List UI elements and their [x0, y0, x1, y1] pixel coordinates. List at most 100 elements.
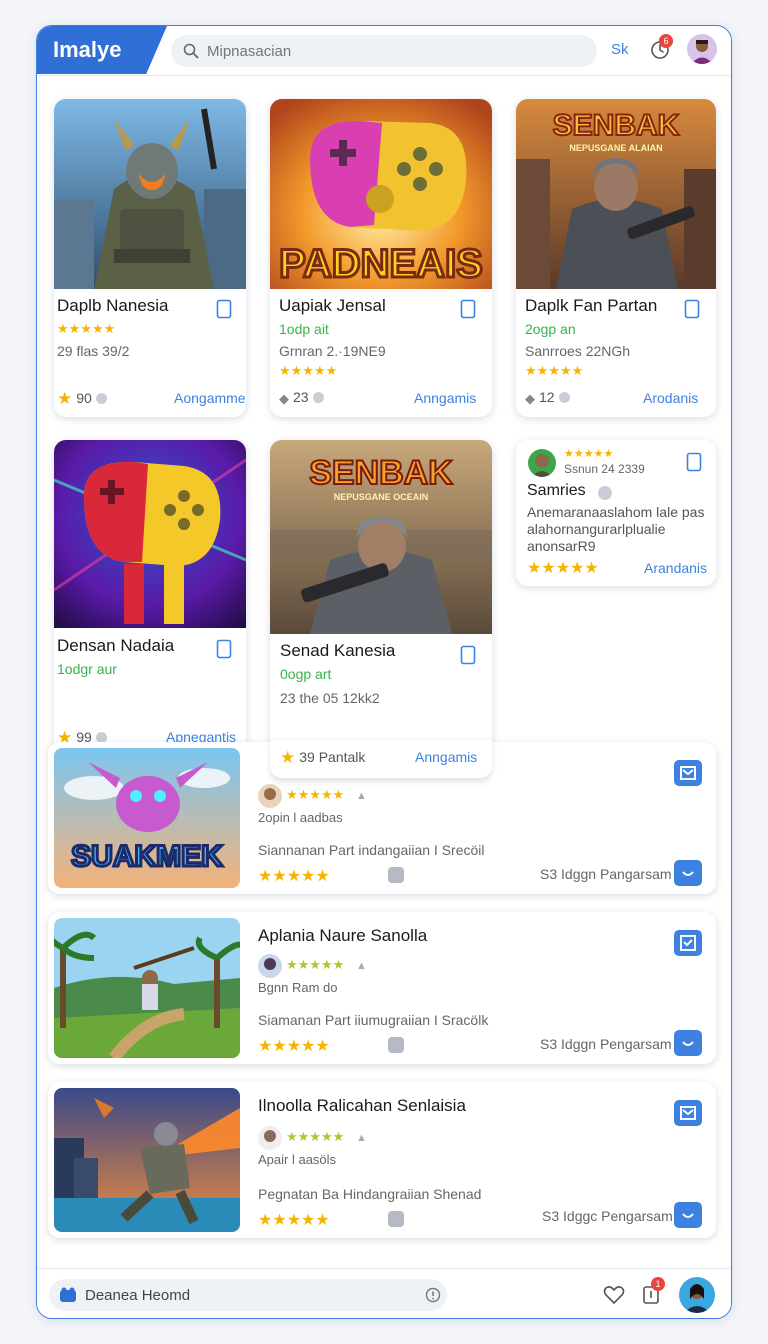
rating-count: ★39 Pantalk: [280, 748, 365, 768]
profile-avatar[interactable]: [679, 1277, 715, 1313]
info-dot-icon: [558, 392, 570, 403]
card-title: Aplania Naure Sanolla: [258, 926, 428, 945]
app-icon: [60, 1287, 76, 1302]
game-thumbnail: PADNEAIS: [270, 99, 492, 289]
art-subtitle: NEPUSGANE ALAIAN: [569, 143, 662, 153]
card-link[interactable]: Anngamis: [414, 390, 476, 406]
review-meta: Ssnun 24 2339: [564, 462, 645, 476]
art-title: SENBAK: [553, 109, 680, 142]
star-rating: ★★★★★: [525, 363, 584, 378]
card-link[interactable]: Aongamme: [174, 390, 246, 406]
sk-link[interactable]: Sk: [611, 41, 629, 58]
game-thumbnail: SENBAK NEPUSGANE ALAIAN: [516, 99, 716, 289]
list-card[interactable]: Aplania Naure Sanolla ★★★★★ ▲ Bgnn Ram d…: [48, 912, 716, 1064]
card-title: Daplk Fan Partan: [525, 296, 658, 315]
publisher-avatar: [258, 1126, 282, 1150]
warning-icon: ▲: [356, 1132, 367, 1144]
info-icon[interactable]: [425, 1287, 441, 1303]
card-link[interactable]: Anngamis: [415, 749, 477, 765]
game-card[interactable]: SENBAK NEPUSGANE ALAIAN Daplk Fan Partan…: [516, 99, 716, 417]
star-rating-bottom: ★★★★★: [258, 1038, 330, 1055]
card-meta: 29 flas 39/2: [57, 343, 130, 359]
favorite-button[interactable]: [674, 1030, 702, 1056]
reviewer-avatar: [528, 449, 556, 477]
bookmark-icon[interactable]: [684, 299, 700, 319]
card-title: Daplb Nanesia: [57, 296, 169, 315]
notification-badge: 6: [659, 34, 673, 48]
game-thumbnail: SENBAK NEPUSGANE OCEAIN: [270, 440, 492, 634]
star-rating: ★★★★★: [279, 363, 338, 378]
card-title: Senad Kanesia: [280, 641, 396, 660]
app-logo[interactable]: Imalye: [37, 26, 167, 74]
heart-icon[interactable]: [603, 1285, 625, 1305]
card-action-button[interactable]: [674, 1100, 702, 1126]
game-card[interactable]: PADNEAIS Uapiak Jensal 1odp ait Grnran 2…: [270, 99, 492, 417]
star-rating: ★★★★★: [286, 1129, 345, 1144]
bookmark-icon[interactable]: [216, 299, 232, 319]
rating-value: 12: [539, 389, 555, 405]
review-text: Anemaranaaslahom lale pas alahornangurar…: [527, 504, 705, 554]
game-thumbnail: [54, 1088, 240, 1232]
list-right-text: S3 Idggc Pengarsam: [542, 1208, 673, 1224]
rating-value: 39 Pantalk: [299, 749, 366, 765]
card-link[interactable]: Arandanis: [644, 560, 707, 576]
badge-icon: [388, 867, 404, 883]
card-meta: Grnran 2.·19NE9: [279, 343, 386, 359]
game-card[interactable]: SENBAK NEPUSGANE OCEAIN Senad Kanesia 0o…: [270, 440, 492, 778]
info-dot-icon: [95, 393, 107, 404]
rating-value: 23: [293, 389, 309, 405]
bookmark-icon[interactable]: [460, 645, 476, 665]
tag-icon: ◆: [279, 391, 289, 406]
app-window: Imalye Sk 6 Daplb: [36, 25, 732, 1319]
bookmark-icon[interactable]: [686, 452, 702, 472]
user-avatar[interactable]: [687, 34, 717, 64]
badge-icon: [388, 1211, 404, 1227]
list-card[interactable]: Ilnoolla Ralicahan Senlaisia ★★★★★ ▲ Apa…: [48, 1082, 716, 1238]
rating-count: ◆ 23: [279, 389, 324, 407]
star-rating-bottom: ★★★★★: [527, 560, 599, 577]
list-desc: Siannanan Part indangaiian I Srecöil: [258, 842, 485, 858]
list-desc: Pegnatan Ba Hindangraiian Shenad: [258, 1186, 482, 1202]
star-rating: ★★★★★: [286, 787, 345, 802]
favorite-button[interactable]: [674, 860, 702, 886]
rating-count: ◆ 12: [525, 389, 570, 407]
bookmark-icon[interactable]: [216, 639, 232, 659]
card-subtitle: 1odgr aur: [57, 661, 117, 677]
info-dot-icon: [312, 392, 324, 403]
list-desc: Siamanan Part iiumugraiian I Sracölk: [258, 1012, 489, 1028]
card-action-button[interactable]: [674, 930, 702, 956]
star-rating: ★★★★★: [57, 321, 116, 336]
card-meta: 23 the 05 12kk2: [280, 690, 380, 706]
card-action-button[interactable]: [674, 760, 702, 786]
card-link[interactable]: Arodanis: [643, 390, 698, 406]
game-thumbnail: [54, 918, 240, 1058]
review-card[interactable]: ★★★★★ Ssnun 24 2339 Samries Anemaranaasl…: [516, 440, 716, 586]
search-input[interactable]: [207, 35, 587, 67]
rating-count: ★ 90: [57, 389, 107, 409]
art-title: SENBAK: [309, 454, 453, 492]
tag-icon: ◆: [525, 391, 535, 406]
bottom-input[interactable]: [85, 1279, 385, 1311]
bottom-notification-badge: 1: [651, 1277, 665, 1291]
game-thumbnail: [54, 99, 246, 289]
bookmark-icon[interactable]: [460, 299, 476, 319]
star-rating: ★★★★★: [564, 448, 614, 460]
publisher-avatar: [258, 954, 282, 978]
list-sub: Bgnn Ram do: [258, 980, 338, 995]
art-title: SUAKMEK: [71, 840, 223, 873]
star-rating: ★★★★★: [286, 957, 345, 972]
star-icon: ★: [57, 389, 73, 408]
warning-icon: ▲: [356, 960, 367, 972]
favorite-button[interactable]: [674, 1202, 702, 1228]
list-sub: 2opin l aadbas: [258, 810, 343, 825]
card-title: Densan Nadaia: [57, 636, 175, 655]
app-logo-text: Imalye: [53, 37, 122, 62]
card-subtitle: 2ogp an: [525, 321, 576, 337]
game-card[interactable]: Densan Nadaia 1odgr aur ★ 99 Apnegantis: [54, 440, 246, 758]
card-subtitle: 1odp ait: [279, 321, 329, 337]
card-title: Ilnoolla Ralicahan Senlaisia: [258, 1096, 466, 1115]
search-bar[interactable]: [171, 35, 597, 67]
bottom-input-bar[interactable]: [49, 1279, 447, 1311]
game-card[interactable]: Daplb Nanesia ★★★★★ 29 flas 39/2 ★ 90 Aon…: [54, 99, 246, 417]
info-icon: [598, 486, 612, 500]
